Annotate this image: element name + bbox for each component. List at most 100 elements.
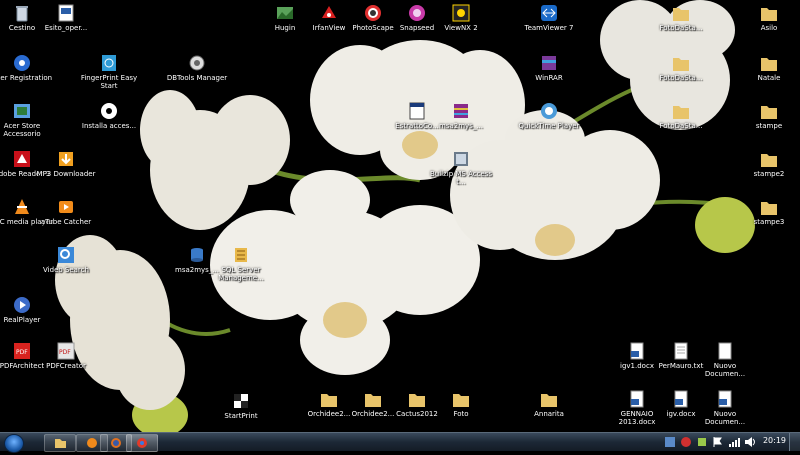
tray-app-icon[interactable] xyxy=(696,436,708,448)
folder-icon xyxy=(760,54,778,72)
desktop-icon-label: WinRAR xyxy=(535,74,563,82)
svg-text:PDF: PDF xyxy=(59,349,71,356)
desktop-icon-acer-registration[interactable]: Acer Registration xyxy=(0,54,54,82)
desktop-icon-label: Annarita xyxy=(534,410,564,418)
desktop-icon-nuovo-1[interactable]: Nuovo Documen... xyxy=(693,342,757,378)
desktop-icon-installa[interactable]: Installa acces... xyxy=(77,102,141,130)
desktop-icon-bullzip[interactable]: Bullzip MS Access t... xyxy=(429,150,493,186)
start-button[interactable] xyxy=(4,434,24,453)
archive-icon xyxy=(540,54,558,72)
desktop-icon-winrar[interactable]: WinRAR xyxy=(517,54,581,82)
tray-app-icon[interactable] xyxy=(664,436,676,448)
database-icon xyxy=(188,246,206,264)
desktop-icon-label: Asilo xyxy=(760,24,778,32)
realplayer-icon xyxy=(13,296,31,314)
desktop-icon-label: stampe2 xyxy=(753,170,785,178)
desktop-icon-label: stampe3 xyxy=(753,218,785,226)
desktop-icon-esito[interactable]: Esito_oper... xyxy=(34,4,98,32)
desktop-icon-label: FotoDaSta... xyxy=(659,74,703,82)
desktop-icon-nuovo-2[interactable]: Nuovo Documen... xyxy=(693,390,757,426)
desktop-icon-label: MP3 Downloader xyxy=(36,170,96,178)
desktop-icon-label: SQL Server Manageme... xyxy=(218,266,264,282)
desktop-icon-msa2mys-2[interactable]: msa2mys_... xyxy=(429,102,493,130)
system-tray xyxy=(614,435,764,449)
desktop-icon-realplayer[interactable]: RealPlayer xyxy=(0,296,54,324)
desktop-icon-teamviewer[interactable]: TeamViewer 7 xyxy=(517,4,581,32)
volume-icon[interactable] xyxy=(744,436,756,448)
desktop-icon-label: QuickTime Player xyxy=(518,122,580,130)
desktop-icon-video-search[interactable]: Video Search xyxy=(34,246,98,274)
docx-icon xyxy=(672,390,690,408)
desktop-icon-label: aTube Catcher xyxy=(40,218,92,226)
folder-icon xyxy=(320,390,338,408)
desktop-icon-label: Acer Store Accessorio xyxy=(3,122,41,138)
show-desktop-button[interactable] xyxy=(789,433,800,451)
desktop-icon-stampe2[interactable]: stampe2 xyxy=(737,150,800,178)
desktop-icon-label: Acer Registration xyxy=(0,74,53,82)
desktop-icon-label: msa2mys_... xyxy=(439,122,483,130)
clock[interactable]: 20:19 xyxy=(763,436,786,445)
desktop-icon-atube[interactable]: aTube Catcher xyxy=(34,198,98,226)
document-icon xyxy=(716,390,734,408)
tray-app-icon[interactable] xyxy=(680,436,692,448)
desktop-icon-label: PDFCreator xyxy=(46,362,86,370)
photo-icon xyxy=(364,4,382,22)
folder-icon xyxy=(760,102,778,120)
desktop-icon-dbtools[interactable]: DBTools Manager xyxy=(165,54,229,82)
search-icon xyxy=(57,246,75,264)
desktop-icon-label: Installa acces... xyxy=(81,122,137,130)
archive-icon xyxy=(452,102,470,120)
panorama-icon xyxy=(276,4,294,22)
desktop-icon-viewnx[interactable]: ViewNX 2 xyxy=(429,4,493,32)
folder-icon xyxy=(760,198,778,216)
pdf-icon: PDF xyxy=(13,342,31,360)
desktop-icon-label: Video Search xyxy=(43,266,89,274)
desktop-icon-quicktime[interactable]: QuickTime Player xyxy=(517,102,581,130)
database-icon xyxy=(452,150,470,168)
desktop-icon-asilo[interactable]: Asilo xyxy=(737,4,800,32)
folder-icon xyxy=(760,4,778,22)
desktop-icon-acer-store[interactable]: Acer Store Accessorio xyxy=(0,102,54,138)
desktop[interactable]: Cestino Esito_oper... Acer Registration … xyxy=(0,0,800,432)
desktop-icon-stampe[interactable]: stampe xyxy=(737,102,800,130)
desktop-icon-label: Nuovo Documen... xyxy=(704,362,746,378)
desktop-icon-fingerprint[interactable]: FingerPrint Easy Start xyxy=(77,54,141,90)
video-icon xyxy=(57,198,75,216)
desktop-icon-natale[interactable]: Natale xyxy=(737,54,800,82)
desktop-icon-foto[interactable]: Foto xyxy=(429,390,493,418)
printer-icon xyxy=(232,392,250,410)
installer-icon xyxy=(100,102,118,120)
acer-icon xyxy=(13,54,31,72)
document-icon xyxy=(716,342,734,360)
taskbar-button-chrome[interactable] xyxy=(126,434,158,452)
folder-icon xyxy=(364,390,382,408)
docx-icon xyxy=(628,390,646,408)
desktop-icon-sql-server[interactable]: SQL Server Manageme... xyxy=(209,246,273,282)
desktop-icon-label: Bullzip MS Access t... xyxy=(429,170,493,186)
document-icon xyxy=(57,4,75,22)
desktop-icon-pdfcreator[interactable]: PDF PDFCreator xyxy=(34,342,98,370)
network-icon[interactable] xyxy=(728,436,740,448)
taskbar-button-explorer[interactable] xyxy=(44,434,76,452)
desktop-icon-mp3-downloader[interactable]: MP3 Downloader xyxy=(34,150,98,178)
taskbar: 20:19 xyxy=(0,432,800,453)
desktop-icon-stampe3[interactable]: stampe3 xyxy=(737,198,800,226)
recycle-bin-icon xyxy=(13,4,31,22)
desktop-icon-fotodasta-1[interactable]: FotoDaSta... xyxy=(649,4,713,32)
folder-icon xyxy=(540,390,558,408)
desktop-icon-fotodasta-2[interactable]: FotoDaSta... xyxy=(649,54,713,82)
pdf-icon: PDF xyxy=(57,342,75,360)
desktop-icon-label: ViewNX 2 xyxy=(444,24,478,32)
photo-icon xyxy=(452,4,470,22)
desktop-icon-annarita[interactable]: Annarita xyxy=(517,390,581,418)
desktop-icon-label: StartPrint xyxy=(224,412,258,420)
folder-icon xyxy=(672,4,690,22)
desktop-icon-fotodasta-3[interactable]: FotoDaSta... xyxy=(649,102,713,130)
download-icon xyxy=(57,150,75,168)
flag-icon[interactable] xyxy=(712,436,724,448)
desktop-icon-startprint[interactable]: StartPrint xyxy=(209,392,273,420)
desktop-icon-label: FotoDaSta... xyxy=(659,122,703,130)
store-icon xyxy=(13,102,31,120)
folder-icon xyxy=(408,390,426,408)
database-icon xyxy=(232,246,250,264)
